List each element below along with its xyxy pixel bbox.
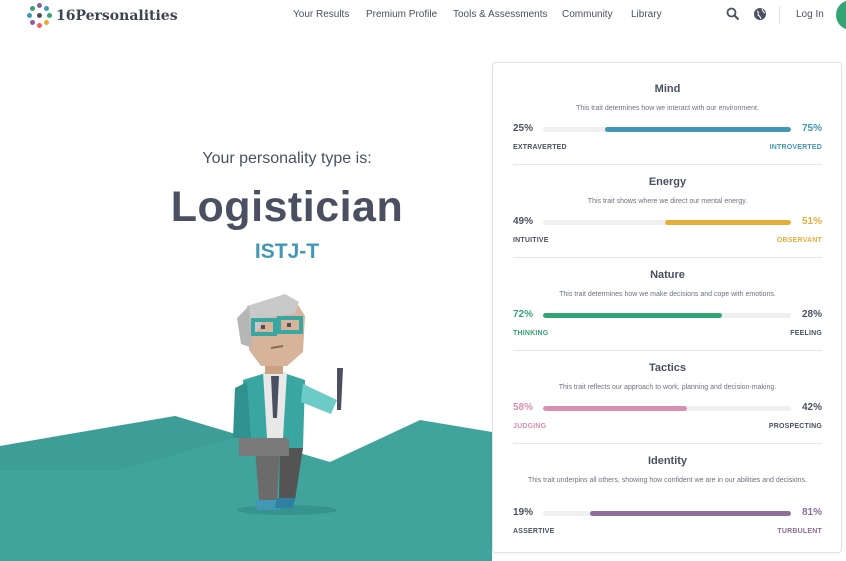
trait-label-row: INTUITIVE OBSERVANT: [513, 237, 822, 247]
trait-bar-fill: [605, 127, 791, 132]
trait-label-row: THINKING FEELING: [513, 330, 822, 340]
trait-bar-row: 19% 81%: [513, 507, 822, 521]
trait-divider: [513, 443, 822, 444]
trait-left-percent: 72%: [513, 309, 534, 320]
trait-bar-track: [543, 406, 791, 411]
trait-mind[interactable]: Mind This trait determines how we interac…: [513, 83, 822, 173]
trait-bar-fill: [543, 313, 722, 318]
personality-type-prefix: Your personality type is:: [202, 150, 372, 167]
take-test-button-edge[interactable]: [836, 0, 846, 30]
trait-left-percent: 58%: [513, 402, 534, 413]
trait-left-label: THINKING: [513, 330, 549, 337]
trait-bar-track: [543, 220, 791, 225]
logo-icon: [27, 3, 52, 28]
trait-title: Identity: [647, 455, 688, 467]
trait-right-label: PROSPECTING: [768, 423, 822, 430]
trait-description: This trait determines how we interact wi…: [576, 105, 759, 112]
trait-right-percent: 81%: [801, 507, 822, 518]
trait-bar-track: [543, 511, 791, 516]
nav-your-results[interactable]: Your Results: [293, 9, 349, 20]
trait-divider: [513, 350, 822, 351]
globe-icon[interactable]: [753, 7, 767, 21]
personality-type-name: Logistician: [170, 183, 404, 231]
trait-left-label: JUDGING: [513, 423, 547, 430]
trait-tactics[interactable]: Tactics This trait reflects our approach …: [513, 362, 822, 452]
trait-right-percent: 28%: [801, 309, 822, 320]
trait-right-percent: 51%: [801, 216, 822, 227]
brand-logo[interactable]: 16Personalities: [27, 3, 178, 28]
trait-label-row: EXTRAVERTED INTROVERTED: [513, 144, 822, 154]
trait-bar-row: 72% 28%: [513, 309, 822, 323]
trait-left-percent: 19%: [513, 507, 534, 518]
login-link[interactable]: Log In: [796, 9, 824, 20]
trait-left-label: ASSERTIVE: [513, 528, 555, 535]
trait-bar-fill: [665, 220, 791, 225]
trait-right-label: INTROVERTED: [769, 144, 822, 151]
trait-divider: [513, 257, 822, 258]
trait-left-percent: 25%: [513, 123, 534, 134]
trait-divider: [513, 164, 822, 165]
trait-label-row: JUDGING PROSPECTING: [513, 423, 822, 433]
trait-bar-track: [543, 313, 791, 318]
trait-bar-row: 49% 51%: [513, 216, 822, 230]
trait-bar-row: 58% 42%: [513, 402, 822, 416]
trait-right-percent: 42%: [801, 402, 822, 413]
trait-description: This trait reflects our approach to work…: [558, 384, 777, 391]
trait-bar-track: [543, 127, 791, 132]
trait-right-percent: 75%: [801, 123, 822, 134]
trait-title: Nature: [650, 269, 685, 281]
trait-bar-fill: [543, 406, 687, 411]
trait-right-label: FEELING: [790, 330, 822, 337]
trait-left-label: INTUITIVE: [513, 237, 549, 244]
trait-description: This trait underpins all others, showing…: [528, 477, 807, 484]
brand-name: 16Personalities: [56, 7, 178, 24]
trait-right-label: TURBULENT: [777, 528, 822, 535]
trait-energy[interactable]: Energy This trait shows where we direct o…: [513, 176, 822, 266]
trait-nature[interactable]: Nature This trait determines how we make …: [513, 269, 822, 359]
trait-left-label: EXTRAVERTED: [513, 144, 567, 151]
trait-description: This trait shows where we direct our men…: [587, 198, 748, 205]
trait-bar-row: 25% 75%: [513, 123, 822, 137]
trait-title: Mind: [654, 83, 681, 95]
trait-identity[interactable]: Identity This trait underpins all others,…: [513, 455, 822, 545]
nav-premium-profile[interactable]: Premium Profile: [366, 9, 437, 20]
nav-library[interactable]: Library: [631, 9, 662, 20]
logistician-avatar-illustration: [233, 294, 343, 515]
trait-description: This trait determines how we make decisi…: [559, 291, 776, 298]
search-icon[interactable]: [726, 7, 740, 21]
trait-title: Energy: [648, 176, 687, 188]
trait-title: Tactics: [648, 362, 687, 374]
personality-type-code: ISTJ-T: [254, 240, 320, 263]
nav-community[interactable]: Community: [562, 9, 613, 20]
nav-tools-assessments[interactable]: Tools & Assessments: [453, 9, 547, 20]
trait-bar-fill: [590, 511, 791, 516]
trait-right-label: OBSERVANT: [776, 237, 822, 244]
top-navigation-bar: 16Personalities Your Results Premium Pro…: [0, 0, 846, 30]
header-divider: [779, 6, 780, 24]
personality-traits-card: Mind This trait determines how we interac…: [492, 62, 842, 553]
trait-left-percent: 49%: [513, 216, 534, 227]
trait-label-row: ASSERTIVE TURBULENT: [513, 528, 822, 538]
